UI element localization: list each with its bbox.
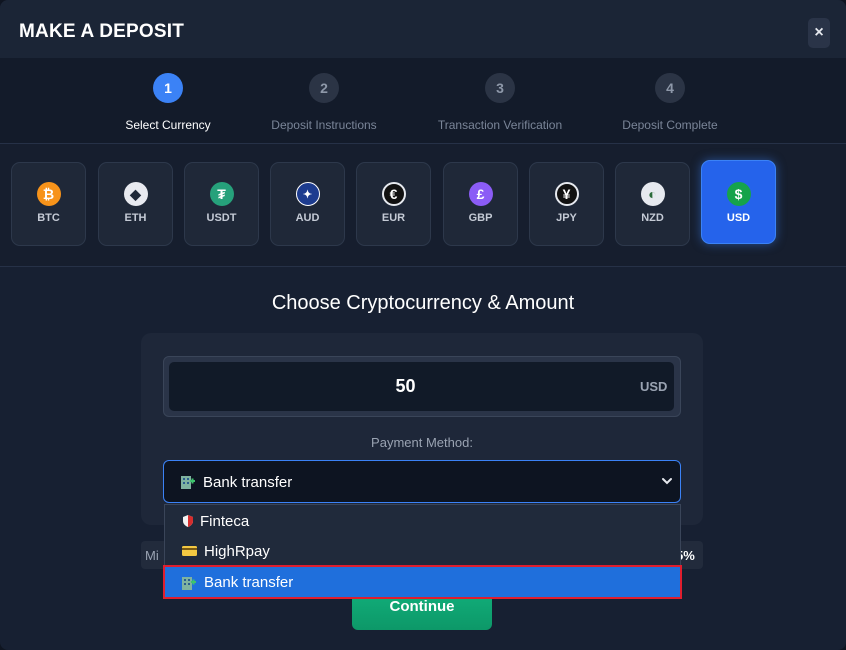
currency-code: ETH [124,212,147,224]
pound-icon: £ [468,182,493,206]
currency-eth[interactable]: ◆ ETH [98,162,173,246]
currency-code: BTC [37,212,60,224]
dropdown-option-highrpay[interactable]: HighRpay [165,536,680,566]
currency-code: JPY [556,212,577,224]
currency-code: NZD [641,212,664,224]
step-select-currency: 1 Select Currency [78,73,258,132]
currency-code: GBP [468,212,493,224]
deposit-modal: MAKE A DEPOSIT × 1 Select Currency 2 Dep… [0,0,846,650]
dropdown-option-bank-transfer[interactable]: Bank transfer [163,565,682,599]
deposit-stepper: 1 Select Currency 2 Deposit Instructions… [0,58,846,144]
payment-method-value: Bank transfer [203,474,293,491]
step-deposit-instructions: 2 Deposit Instructions [234,73,414,132]
dropdown-option-label: Bank transfer [204,574,294,591]
bank-icon [182,577,196,590]
currency-eur[interactable]: € EUR [356,162,431,246]
dropdown-option-finteca[interactable]: Finteca [165,506,680,536]
currency-usd[interactable]: $ USD [701,160,776,244]
currency-aud[interactable]: ✦ AUD [270,162,345,246]
currency-selector: ₿ BTC ◆ ETH ₮ USDT ✦ AUD € EUR £ GBP ¥ J… [0,144,846,267]
card-icon [182,546,197,556]
tether-icon: ₮ [209,182,234,206]
step-number: 4 [655,73,685,103]
payment-method-dropdown: Finteca HighRpay Bank transfer [163,504,682,599]
currency-nzd[interactable]: ◐ NZD [615,162,690,246]
currency-jpy[interactable]: ¥ JPY [529,162,604,246]
step-deposit-complete: 4 Deposit Complete [580,73,760,132]
ethereum-icon: ◆ [123,182,148,206]
step-label: Deposit Instructions [271,118,377,132]
step-number: 3 [485,73,515,103]
new-zealand-icon: ◐ [640,182,665,206]
dollar-icon: $ [726,182,751,206]
currency-btc[interactable]: ₿ BTC [11,162,86,246]
shield-icon [183,515,193,527]
chevron-down-icon [662,478,672,485]
step-label: Deposit Complete [622,118,718,132]
euro-icon: € [381,182,406,206]
step-number: 2 [309,73,339,103]
australia-flag-icon: ✦ [295,182,320,206]
modal-title: MAKE A DEPOSIT [19,21,185,42]
currency-code: USDT [206,212,237,224]
step-number: 1 [153,73,183,103]
currency-code: EUR [381,212,406,224]
amount-currency: USD [640,379,668,394]
currency-usdt[interactable]: ₮ USDT [184,162,259,246]
dropdown-option-label: Finteca [200,513,250,530]
step-label: Select Currency [125,118,211,132]
payment-method-select[interactable]: Bank transfer [163,460,681,503]
yen-icon: ¥ [554,182,579,206]
close-button[interactable]: × [808,18,830,48]
payment-method-label: Payment Method: [371,435,473,450]
modal-header: MAKE A DEPOSIT × [0,0,846,58]
bank-icon [181,476,195,489]
currency-code: AUD [295,212,320,224]
bitcoin-icon: ₿ [36,182,61,206]
section-title: Choose Cryptocurrency & Amount [271,292,575,314]
step-label: Transaction Verification [437,118,563,132]
step-transaction-verification: 3 Transaction Verification [410,73,590,132]
currency-gbp[interactable]: £ GBP [443,162,518,246]
amount-value: 50 [395,376,416,396]
dropdown-option-label: HighRpay [204,543,270,560]
currency-code: USD [726,212,751,224]
